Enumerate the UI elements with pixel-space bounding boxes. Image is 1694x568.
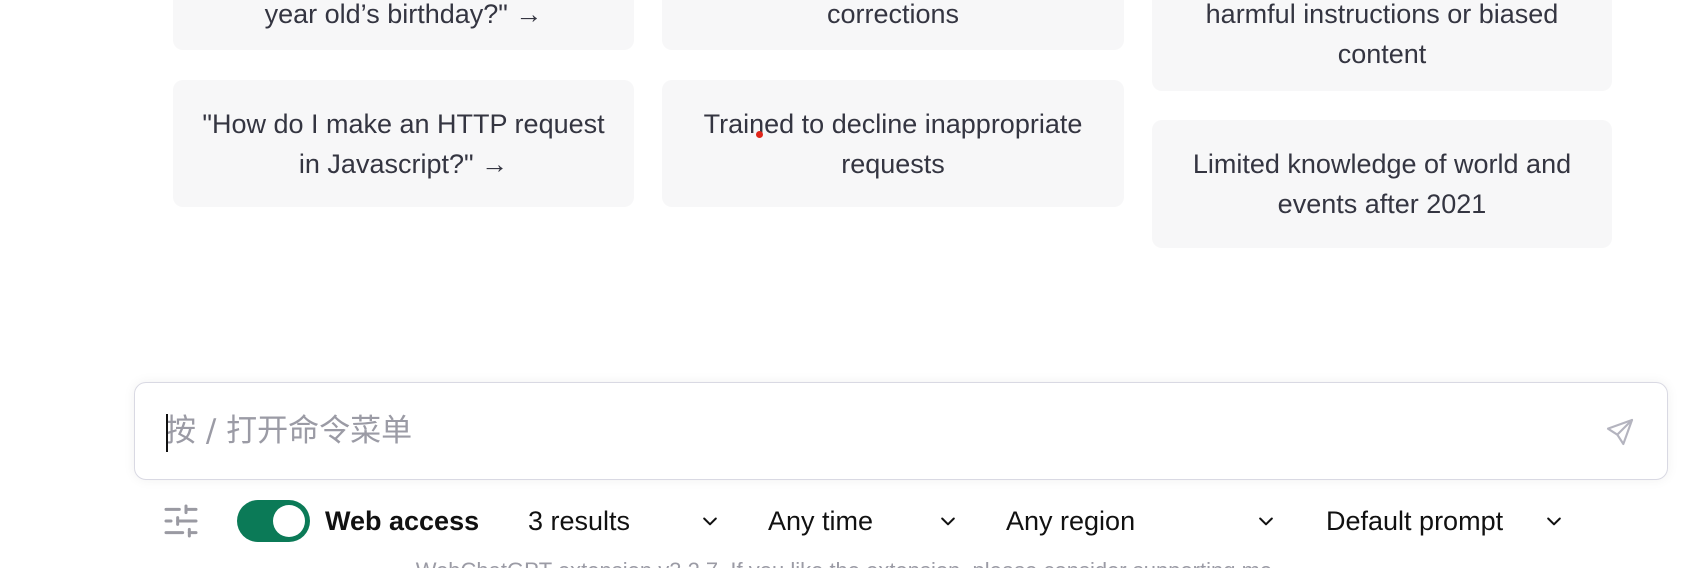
time-select-value: Any time — [768, 505, 874, 536]
results-select-value: 3 results — [528, 505, 631, 536]
web-access-toggle[interactable] — [237, 500, 310, 542]
region-select[interactable]: Any region — [1006, 496, 1276, 546]
toggle-knob — [273, 505, 305, 537]
capability-card: Trained to decline inappropriate request… — [662, 80, 1124, 207]
send-button[interactable] — [1601, 413, 1639, 451]
web-access-toolbar: Web access 3 results Any time Any region… — [0, 496, 1694, 546]
chevron-down-icon — [941, 517, 955, 526]
chevron-down-icon — [1259, 517, 1273, 526]
prompt-select-value: Default prompt — [1326, 505, 1504, 536]
example-text: year old’s birthday?" → — [264, 0, 543, 29]
limitation-card: Limited knowledge of world and events af… — [1152, 120, 1612, 248]
chevron-down-icon — [703, 517, 717, 526]
time-select[interactable]: Any time — [768, 496, 958, 546]
example-card[interactable]: "How do I make an HTTP request in Javasc… — [173, 80, 634, 207]
sliders-icon — [164, 504, 198, 538]
results-select[interactable]: 3 results — [528, 496, 720, 546]
capability-text: Trained to decline inappropriate request… — [703, 108, 1083, 179]
chevron-down-icon — [1547, 517, 1561, 526]
message-input[interactable] — [165, 405, 1565, 457]
limitation-card: harmful instructions or biased content — [1152, 0, 1612, 91]
capability-text: corrections — [826, 0, 960, 29]
capability-card: corrections — [662, 0, 1124, 50]
cursor-marker — [756, 131, 763, 138]
settings-button[interactable] — [160, 496, 202, 546]
prompt-select[interactable]: Default prompt — [1326, 496, 1564, 546]
limitation-text: Limited knowledge of world and events af… — [1192, 149, 1572, 219]
region-select-value: Any region — [1006, 505, 1136, 536]
footer-note: WebChatGPT extension v3.2.7. If you like… — [0, 558, 1694, 568]
chat-page: year old’s birthday?" → "How do I make a… — [0, 0, 1694, 568]
example-text: "How do I make an HTTP request in Javasc… — [202, 108, 605, 179]
message-composer — [134, 382, 1668, 480]
example-card[interactable]: year old’s birthday?" → — [173, 0, 634, 50]
send-icon — [1606, 418, 1634, 446]
web-access-label: Web access — [325, 505, 480, 536]
text-caret — [166, 414, 168, 452]
limitation-text: harmful instructions or biased content — [1205, 0, 1559, 69]
